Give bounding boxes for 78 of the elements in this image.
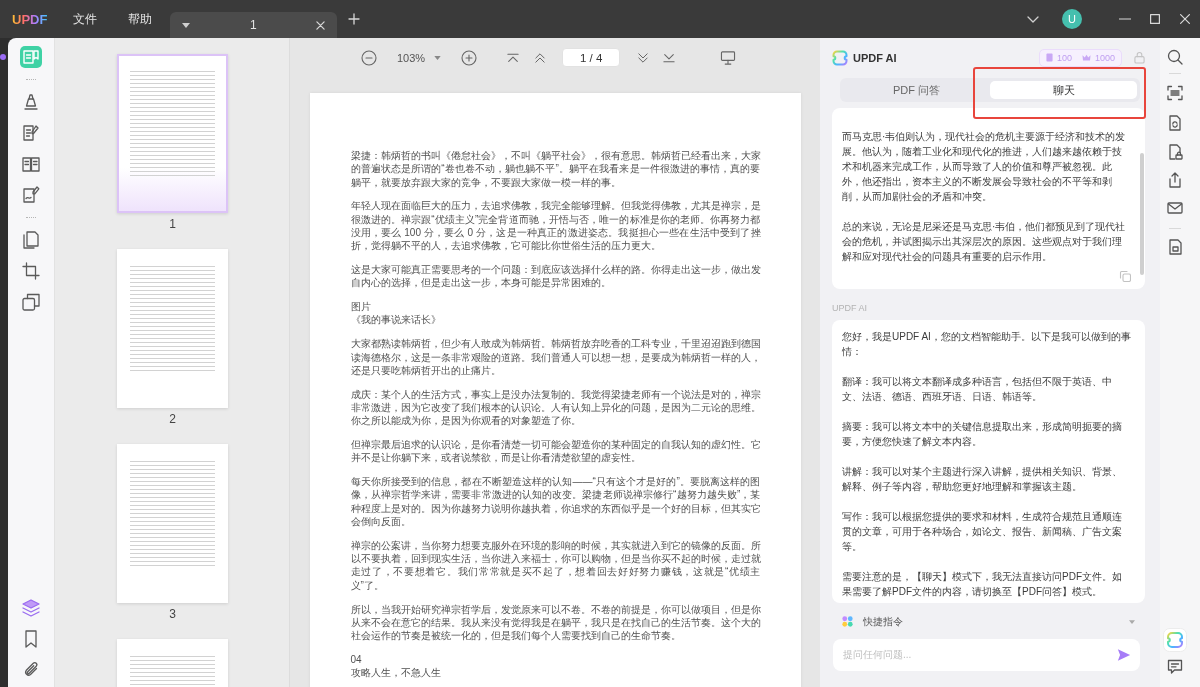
next-page-icon[interactable] xyxy=(637,52,650,63)
close-icon[interactable] xyxy=(316,20,326,30)
paragraph: 每天你所接受到的信息，都在不断塑造这样的认知——“只有这个才是好的”。要脱离这样的图像，从禅宗哲学来讲，需要非常激进的认知的改变。梁捷老师说禅宗修行“越努力越失败”，某种程度上是对的。因为你越努力说明你越执着，你追求的东西似乎是一个好的目标，但其实它会倒向反面。 xyxy=(350,475,761,529)
presentation-icon[interactable] xyxy=(720,50,737,65)
bookmark-icon[interactable] xyxy=(22,629,40,648)
message-text: 需要注意的是，【聊天】模式下，我无法直接访问PDF文件。如果需要了解PDF文件的内容，请切换至【PDF问答】模式。 xyxy=(842,569,1123,599)
last-page-icon[interactable] xyxy=(663,52,676,63)
paragraph: 年轻人现在面临巨大的压力，去追求佛教，我完全能够理解。但我觉得佛教，尤其是禅宗，是很激进的。禅宗跟“优绩主义”完全背道而驰，开悟与否，唯一的标准是你的老师。你再努力都没用，要么 100 分，要么 0 分，这是一种真正的激进姿态。我挺担心一些在生活中受到了挫折，觉得躺不平的人，去追求佛教，它可能比你世俗生活的压力更大。 xyxy=(350,199,761,253)
panel-tab[interactable]: 聊天 xyxy=(990,81,1137,99)
credit-count: 1000 xyxy=(1094,52,1115,63)
mail-icon[interactable] xyxy=(1167,200,1183,216)
caret-icon[interactable] xyxy=(434,55,442,60)
text-line: 04 xyxy=(350,652,363,667)
plus-icon[interactable] xyxy=(348,13,361,25)
share-icon[interactable] xyxy=(1167,172,1183,188)
chevron-down-icon[interactable] xyxy=(1027,15,1039,23)
page-number: 3 xyxy=(169,608,176,621)
text-line: 图片 xyxy=(350,300,372,314)
zoom-level[interactable]: 103% xyxy=(397,51,426,64)
ai-assistant-icon[interactable] xyxy=(1163,628,1187,652)
message-text: 讲解：我可以对某个主题进行深入讲解，提供相关知识、背景、解释、例子等内容，帮助您更好地理解和掌握该主题。 xyxy=(842,464,1123,494)
document-lock-icon[interactable] xyxy=(1167,144,1183,160)
text-line: 攻略人生，不急人生 xyxy=(350,666,442,680)
quick-commands-dropdown[interactable]: 快捷指令 xyxy=(832,608,1145,635)
pages-icon[interactable] xyxy=(22,230,40,249)
first-page-icon[interactable] xyxy=(507,52,520,63)
previous-page-icon[interactable] xyxy=(534,52,547,63)
maximize-icon[interactable] xyxy=(1150,14,1160,24)
close-icon[interactable] xyxy=(1180,14,1190,24)
paragraph: 禅宗的公案讲，当你努力想要克服外在环境的影响的时候，其实就进入到它的镜像的反面。所以不要执着，回到现实生活，当你进入来福士，你可以购物，但是当你买不起的时候，走过就走过了，不要想着它。我们常常就是买不起了，想着回去好好努力赚钱，这就是“优绩主义”了。 xyxy=(350,538,761,592)
page-number: 2 xyxy=(169,413,176,426)
page-number: 1 xyxy=(169,218,176,231)
four-dots-icon xyxy=(842,616,853,627)
paperclip-icon[interactable] xyxy=(22,660,40,679)
ai-logo-icon xyxy=(832,49,848,66)
menu-item[interactable]: 文件 xyxy=(73,10,98,28)
signature-document-icon[interactable] xyxy=(22,185,40,204)
message-text: 摘要：我可以将文本中的关键信息提取出来，形成简明扼要的摘要，方便您快速了解文本内容。 xyxy=(842,419,1123,449)
document-sync-icon[interactable] xyxy=(1167,115,1183,131)
send-icon[interactable] xyxy=(1117,647,1131,662)
document-pencil-icon[interactable] xyxy=(22,123,40,142)
caret-icon xyxy=(1129,619,1135,624)
panel-title: UPDF AI xyxy=(853,51,897,64)
layers-icon[interactable] xyxy=(22,598,40,617)
message-text: 翻译：我可以将文本翻译成多种语言，包括但不限于英语、中文、法语、德语、西班牙语、日语、韩语等。 xyxy=(842,374,1113,404)
crown-icon xyxy=(1081,54,1091,61)
scan-text-icon[interactable] xyxy=(1167,85,1183,101)
page-thumbnail[interactable] xyxy=(117,54,228,213)
highlighter-icon[interactable] xyxy=(22,92,40,111)
save-icon[interactable] xyxy=(1167,239,1183,255)
page-number-field[interactable]: 1 / 4 xyxy=(562,48,621,67)
document-tab[interactable]: 1 xyxy=(170,12,338,38)
text-line: 《我的事说来话长》 xyxy=(350,313,442,327)
comment-icon[interactable] xyxy=(1167,659,1183,675)
paragraph: 大家都熟读韩炳哲，但少有人敢成为韩炳哲。韩炳哲放弃吃香的工科专业，千里迢迢跑到德国读海德格尔，这是一条非常艰险的道路。我们普通人可以想一想，是要成为韩炳哲一样的人，还是只要吃韩炳哲开出的止痛片。 xyxy=(350,337,761,378)
message-text: 而马克思·韦伯则认为，现代社会的危机主要源于经济和技术的发展。他认为，随着工业化和现代化的推进，人们越来越依赖于技术和机器来完成工作，从而导致了人的价值和尊严被忽视。此外，他还指出，资本主义的不断发展会导致社会的不平等和剥削，从而加剧社会的矛盾和冲突。 xyxy=(842,130,1127,204)
message-text: 总的来说，无论是尼采还是马克思·韦伯，他们都预见到了现代社会的危机，并试图揭示出其深层次的原因。这些观点对于我们理解和应对现代社会的问题具有重要的启示作用。 xyxy=(842,220,1127,264)
open-book-icon[interactable] xyxy=(22,154,40,173)
paragraph: 所以，当我开始研究禅宗哲学后，发觉原来可以不卷。不卷的前提是，你可以做项目，但是你从来不会在意它的结果。我从来没有觉得我是在躺平，我只是在找自己的生活节奏。这个大的社会运作的节奏是被统一化的，但是我们每个人需要找到自己的生命节奏。 xyxy=(350,602,761,643)
overlapping-squares-icon[interactable] xyxy=(22,292,40,311)
paragraph: 梁捷：韩炳哲的书叫《倦怠社会》，不叫《躺平社会》，很有意思。韩炳哲已经看出来，大家的普遍状态是所谓的“卷也卷不动，躺也躺不平”。躺平在我看来是一件很激进的事情，真的要躺平，就要放弃跟大家的竞争，不要跟大家做一模一样的事。 xyxy=(350,149,761,189)
chat-input-field[interactable]: 提问任何问题... xyxy=(833,638,1140,671)
credit-count: 100 xyxy=(1056,52,1072,63)
search-icon[interactable] xyxy=(1167,49,1183,65)
caret-icon[interactable] xyxy=(182,22,191,28)
menu-item[interactable]: 帮助 xyxy=(128,10,153,28)
paragraph: 这是大家可能真正需要思考的一个问题：到底应该选择什么样的路。你得走出这一步，做出发自内心的选择，但是走出这一步，本身可能是异常困难的。 xyxy=(350,263,761,290)
zoom-out-icon[interactable] xyxy=(361,49,377,66)
paragraph: 但禅宗最后追求的认识论，是你看清楚一切可能会塑造你的某种固定的自我认知的虚幻性。它并不是让你躺下来，或者说禁欲，而是让你看清楚欲望的虚妄性。 xyxy=(350,438,761,465)
paragraph: 成庆：某个人的生活方式，事实上是没办法复制的。我觉得梁捷老师有一个说法是对的，禅宗非常激进，因为它改变了我们根本的认识论。人有认知上异化的问题，是因为二元论的思维。你之所以能成为你，是因为你观看的对象塑造了你。 xyxy=(350,387,761,428)
scrollbar-thumb[interactable] xyxy=(1140,153,1144,275)
panel-tab[interactable]: PDF 问答 xyxy=(843,81,990,99)
document-icon xyxy=(1045,53,1053,62)
crop-icon[interactable] xyxy=(22,261,40,280)
dot-icon xyxy=(0,54,6,60)
message-text: 您好，我是UPDF AI，您的文档智能助手。以下是我可以做到的事情： xyxy=(842,329,1131,359)
message-text: 写作：我可以根据您提供的要求和材料，生成符合规范且通顺连贯的文章，可用于各种场合，如论文、报告、新闻稿、广告文案等。 xyxy=(842,509,1123,554)
zoom-in-icon[interactable] xyxy=(461,49,478,66)
